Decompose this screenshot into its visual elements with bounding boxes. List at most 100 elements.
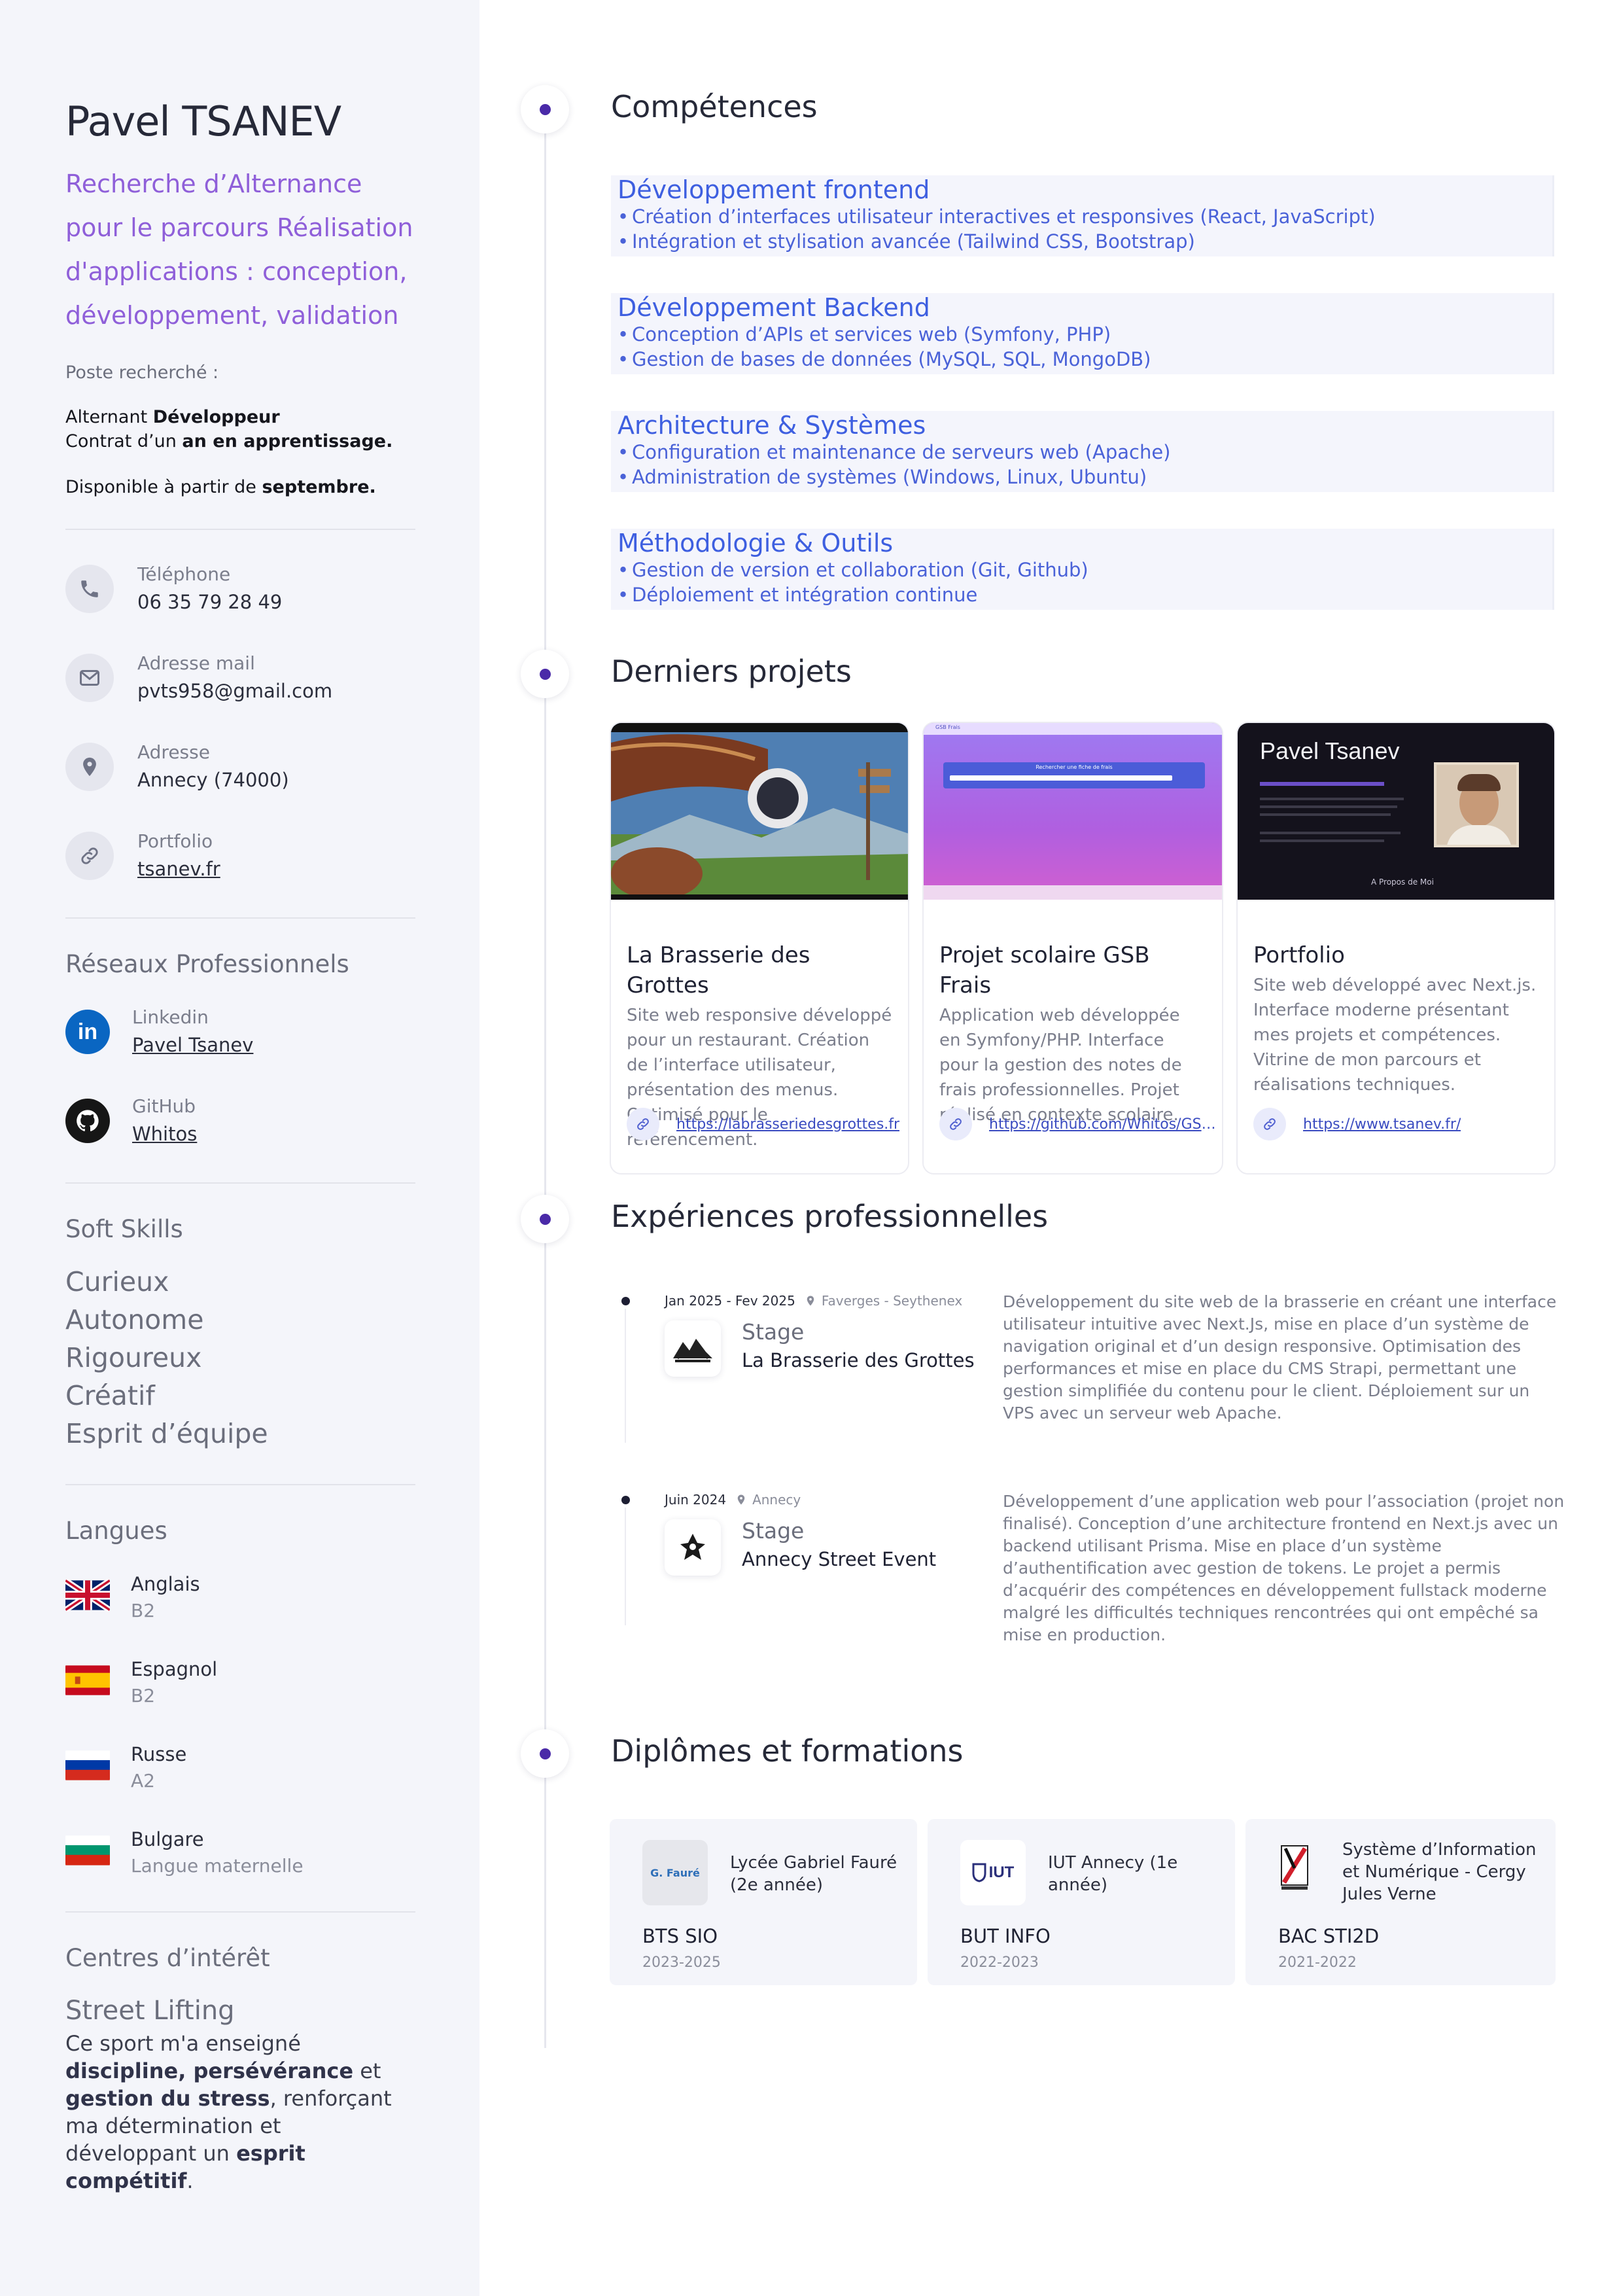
profile-headline: Recherche d’Alternance pour le parcours …: [65, 169, 413, 330]
timeline-dot: [521, 1729, 569, 1778]
education-card: G. Fauré Lycée Gabriel Fauré (2e année) …: [610, 1819, 917, 1985]
portfolio-link[interactable]: tsanev.fr: [137, 855, 220, 883]
project-link[interactable]: https://github.com/Whitos/GSB...: [939, 1108, 1222, 1140]
network-linkedin[interactable]: in Linkedin Pavel Tsanev: [65, 1004, 415, 1059]
contact-phone[interactable]: Téléphone 06 35 79 28 49: [65, 561, 415, 616]
project-url[interactable]: https://labrasseriedesgrottes.fr: [676, 1116, 899, 1133]
experience-meta: Jan 2025 - Fev 2025 Faverges - Seythenex: [665, 1293, 962, 1309]
poste-label: Poste recherché :: [65, 362, 219, 383]
contact-mail[interactable]: Adresse mail pvts958@gmail.com: [65, 650, 415, 705]
skill-item: Configuration et maintenance de serveurs…: [618, 440, 1546, 465]
education-school: Lycée Gabriel Fauré (2e année): [730, 1853, 897, 1895]
skill-group-title: Méthodologie & Outils: [618, 529, 894, 557]
project-title: Projet scolaire GSB Frais: [939, 942, 1150, 998]
experience-company: La Brasserie des Grottes: [742, 1349, 975, 1371]
russia-flag-icon: [65, 1749, 110, 1782]
project-card[interactable]: GSB Frais Rechercher une fiche de frais …: [922, 722, 1223, 1174]
project-url[interactable]: https://github.com/Whitos/GSB...: [989, 1116, 1222, 1133]
project-screenshot: [611, 723, 908, 900]
language-level: A2: [131, 1770, 155, 1792]
contact-value[interactable]: 06 35 79 28 49: [137, 588, 282, 616]
timeline-dot: [521, 1195, 569, 1243]
skill-group: Développement Backend Conception d’APIs …: [611, 293, 1554, 374]
project-card[interactable]: La Brasserie des Grottes Site web respon…: [610, 722, 909, 1174]
spain-flag-icon: [65, 1664, 110, 1697]
lycee-jules-verne-logo-icon: [1272, 1839, 1317, 1898]
language-level: B2: [131, 1685, 156, 1706]
location-icon: [737, 1494, 745, 1505]
soft-skill: Créatif: [65, 1380, 155, 1411]
project-description: Site web développé avec Next.js. Interfa…: [1253, 976, 1537, 1095]
poste-text: Alternant Développeur Contrat d’un an en…: [65, 407, 393, 451]
education-degree: BTS SIO: [642, 1925, 718, 1947]
language-name: Anglais: [131, 1573, 200, 1595]
project-link[interactable]: https://www.tsanev.fr/: [1253, 1108, 1461, 1140]
skill-item: Gestion de bases de données (MySQL, SQL,…: [618, 347, 1546, 372]
interest-description: Ce sport m'a enseigné discipline, persév…: [65, 2031, 392, 2193]
soft-skill: Curieux: [65, 1266, 169, 1298]
experience-type: Stage: [742, 1518, 805, 1544]
soft-skill: Autonome: [65, 1304, 204, 1335]
network-label: Linkedin: [132, 1006, 209, 1028]
soft-skills-list: Curieux Autonome Rigoureux Créatif Espri…: [65, 1263, 415, 1453]
skill-group-title: Architecture & Systèmes: [618, 411, 926, 440]
contact-label: Portfolio: [137, 830, 213, 852]
language-name: Espagnol: [131, 1658, 218, 1680]
networks-title: Réseaux Professionnels: [65, 950, 349, 978]
experience-company: Annecy Street Event: [742, 1548, 937, 1570]
education-years: 2022-2023: [960, 1954, 1039, 1971]
linkedin-icon: in: [65, 1010, 110, 1054]
sidebar: Pavel TSANEV Recherche d’Alternance pour…: [0, 0, 479, 2296]
mail-icon: [65, 654, 114, 702]
divider: [65, 1182, 415, 1184]
linkedin-link[interactable]: Pavel Tsanev: [132, 1031, 253, 1059]
project-title: Portfolio: [1253, 942, 1345, 968]
experience-location: Faverges - Seythenex: [821, 1293, 963, 1309]
contact-label: Téléphone: [137, 563, 231, 585]
project-link[interactable]: https://labrasseriedesgrottes.fr: [627, 1108, 899, 1140]
lycee-fauré-logo-icon: G. Fauré: [642, 1840, 708, 1905]
skills-section-title: Compétences: [611, 89, 818, 124]
github-link[interactable]: Whitos: [132, 1120, 197, 1148]
skill-item: Gestion de version et collaboration (Git…: [618, 557, 1546, 582]
language-level: B2: [131, 1600, 156, 1621]
soft-skill: Rigoureux: [65, 1342, 202, 1373]
education-school: Système d’Information et Numérique - Cer…: [1342, 1840, 1537, 1904]
experience-dot: [621, 1297, 630, 1305]
skill-item: Administration de systèmes (Windows, Lin…: [618, 465, 1546, 489]
project-url[interactable]: https://www.tsanev.fr/: [1303, 1116, 1461, 1133]
skill-item: Conception d’APIs et services web (Symfo…: [618, 322, 1546, 347]
language-name: Russe: [131, 1743, 187, 1765]
skill-item: Intégration et stylisation avancée (Tail…: [618, 229, 1546, 254]
project-card[interactable]: Pavel Tsanev A Propos de Moi Portfolio S…: [1236, 722, 1556, 1174]
contact-label: Adresse: [137, 741, 210, 763]
language-item: Russe A2: [65, 1741, 415, 1795]
divider: [65, 1484, 415, 1485]
education-degree: BAC STI2D: [1278, 1925, 1380, 1947]
skill-group: Architecture & Systèmes Configuration et…: [611, 411, 1554, 492]
link-icon: [939, 1108, 972, 1140]
education-years: 2023-2025: [642, 1954, 721, 1971]
education-card: IUT IUT Annecy (1e année) BUT INFO 2022-…: [928, 1819, 1235, 1985]
languages-title: Langues: [65, 1517, 167, 1545]
contact-portfolio[interactable]: Portfolio tsanev.fr: [65, 828, 415, 883]
network-github[interactable]: GitHub Whitos: [65, 1093, 415, 1148]
interests-title: Centres d’intérêt: [65, 1944, 270, 1972]
experience-type: Stage: [742, 1319, 805, 1345]
education-school: IUT Annecy (1e année): [1048, 1853, 1178, 1895]
uk-flag-icon: [65, 1579, 110, 1612]
education-years: 2021-2022: [1278, 1954, 1357, 1971]
education-section-title: Diplômes et formations: [611, 1733, 964, 1769]
soft-skill: Esprit d’équipe: [65, 1418, 268, 1449]
timeline-dot: [521, 650, 569, 698]
contact-address: Adresse Annecy (74000): [65, 739, 415, 794]
divider: [65, 1911, 415, 1913]
project-screenshot: Pavel Tsanev A Propos de Moi: [1238, 723, 1554, 900]
project-screenshot: GSB Frais Rechercher une fiche de frais: [924, 723, 1222, 900]
contact-value[interactable]: pvts958@gmail.com: [137, 677, 332, 705]
experience-line: [625, 1508, 626, 1625]
contact-label: Adresse mail: [137, 652, 255, 674]
experience-line: [625, 1309, 626, 1443]
brasserie-logo-icon: [665, 1320, 721, 1377]
availability: Disponible à partir de septembre.: [65, 477, 376, 497]
